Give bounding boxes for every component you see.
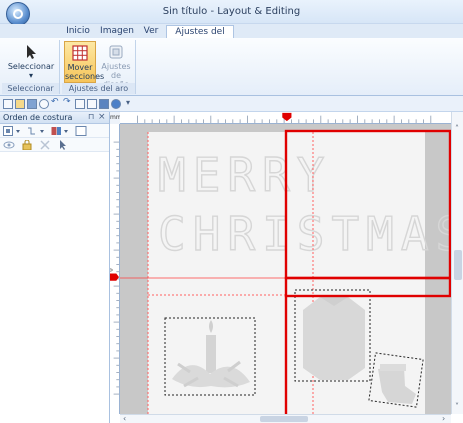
tab-imagen[interactable]: Imagen	[98, 25, 136, 38]
ribbon: Seleccionar ▾ Seleccionar Mover seccione…	[0, 38, 463, 96]
pane-title: Orden de costura	[3, 113, 73, 122]
group-label-ajustes-del-aro: Ajustes del aro	[62, 83, 135, 94]
move-sections-button[interactable]: Mover secciones	[64, 41, 104, 83]
open-icon[interactable]	[15, 99, 25, 109]
scroll-up-icon[interactable]: ˄	[455, 124, 459, 133]
scroll-left-icon[interactable]: ‹	[123, 414, 126, 423]
vertical-scrollbar[interactable]: ˄ ˅	[451, 112, 463, 414]
customize-qat-dropdown-icon[interactable]: ▾	[126, 98, 130, 107]
design-page: MERRY CHRISTMAS	[120, 129, 451, 414]
design-canvas[interactable]: MERRY CHRISTMAS	[120, 124, 451, 414]
grid-sections-icon	[72, 45, 88, 61]
select-button[interactable]: Seleccionar ▾	[6, 41, 56, 83]
ribbon-group-seleccionar: Seleccionar ▾ Seleccionar	[2, 40, 60, 94]
merry-text[interactable]: MERRY	[157, 147, 331, 202]
sewing-order-pane: Orden de costura ⊓ ×	[0, 112, 110, 423]
select-dropdown-icon: ▾	[28, 71, 33, 80]
design-settings-button[interactable]: Ajustes de diseño	[98, 41, 134, 89]
svg-text:0: 0	[110, 268, 115, 272]
scroll-right-icon[interactable]: ›	[442, 414, 445, 423]
help-icon[interactable]	[111, 99, 121, 109]
lock-icon[interactable]	[21, 140, 33, 150]
undo-icon[interactable]: ↶	[51, 97, 61, 107]
vertical-ruler: 0	[110, 124, 120, 414]
pane-toolbar-secondary	[0, 138, 109, 152]
scroll-down-icon[interactable]: ˅	[455, 402, 459, 411]
vertical-scroll-thumb[interactable]	[454, 250, 462, 280]
ribbon-tabs: Inicio Imagen Ver Ajustes del aro	[0, 24, 463, 50]
sort-view-dropdown-icon[interactable]	[3, 126, 23, 136]
save-icon[interactable]	[27, 99, 37, 109]
tab-inicio[interactable]: Inicio	[62, 25, 94, 38]
ribbon-group-ajustes-del-aro: Mover secciones Ajustes de diseño Ajuste…	[62, 40, 136, 94]
color-order-dropdown-icon[interactable]	[51, 126, 71, 136]
tab-ver[interactable]: Ver	[140, 25, 162, 38]
title-bar: Sin título - Layout & Editing	[0, 0, 463, 26]
close-icon[interactable]: ×	[98, 112, 106, 122]
zoom-icon[interactable]	[39, 99, 49, 109]
fit-icon[interactable]	[87, 99, 97, 109]
quick-access-toolbar: ↶ ↷ ▾	[0, 96, 463, 112]
pointer-icon[interactable]	[57, 140, 69, 150]
pin-icon[interactable]: ⊓	[88, 112, 94, 121]
frame-icon[interactable]	[75, 126, 87, 136]
window-title: Sin título - Layout & Editing	[162, 6, 301, 17]
tab-ajustes-del-aro[interactable]: Ajustes del aro	[166, 25, 234, 50]
group-label-seleccionar: Seleccionar	[2, 83, 59, 94]
eye-icon[interactable]	[3, 140, 15, 150]
pane-header: Orden de costura ⊓ ×	[0, 112, 109, 124]
layout-icon[interactable]	[75, 99, 85, 109]
christmas-text[interactable]: CHRISTMAS	[157, 206, 451, 261]
ruler-marker-vertical-icon[interactable]	[110, 273, 119, 281]
delete-icon[interactable]	[39, 140, 51, 150]
sewing-order-dropdown-icon[interactable]	[27, 126, 47, 136]
pane-toolbar-primary	[0, 124, 109, 138]
horizontal-ruler	[120, 112, 451, 124]
select-button-label: Seleccionar	[7, 62, 55, 71]
redo-icon[interactable]: ↷	[63, 97, 73, 107]
arrow-cursor-icon	[27, 45, 36, 59]
ruler-corner: mm	[110, 112, 122, 124]
new-icon[interactable]	[3, 99, 13, 109]
horizontal-scroll-thumb[interactable]	[260, 416, 308, 422]
design-settings-icon	[109, 45, 123, 59]
hoop-icon[interactable]	[99, 99, 109, 109]
horizontal-scrollbar[interactable]: ‹ ›	[120, 414, 451, 423]
